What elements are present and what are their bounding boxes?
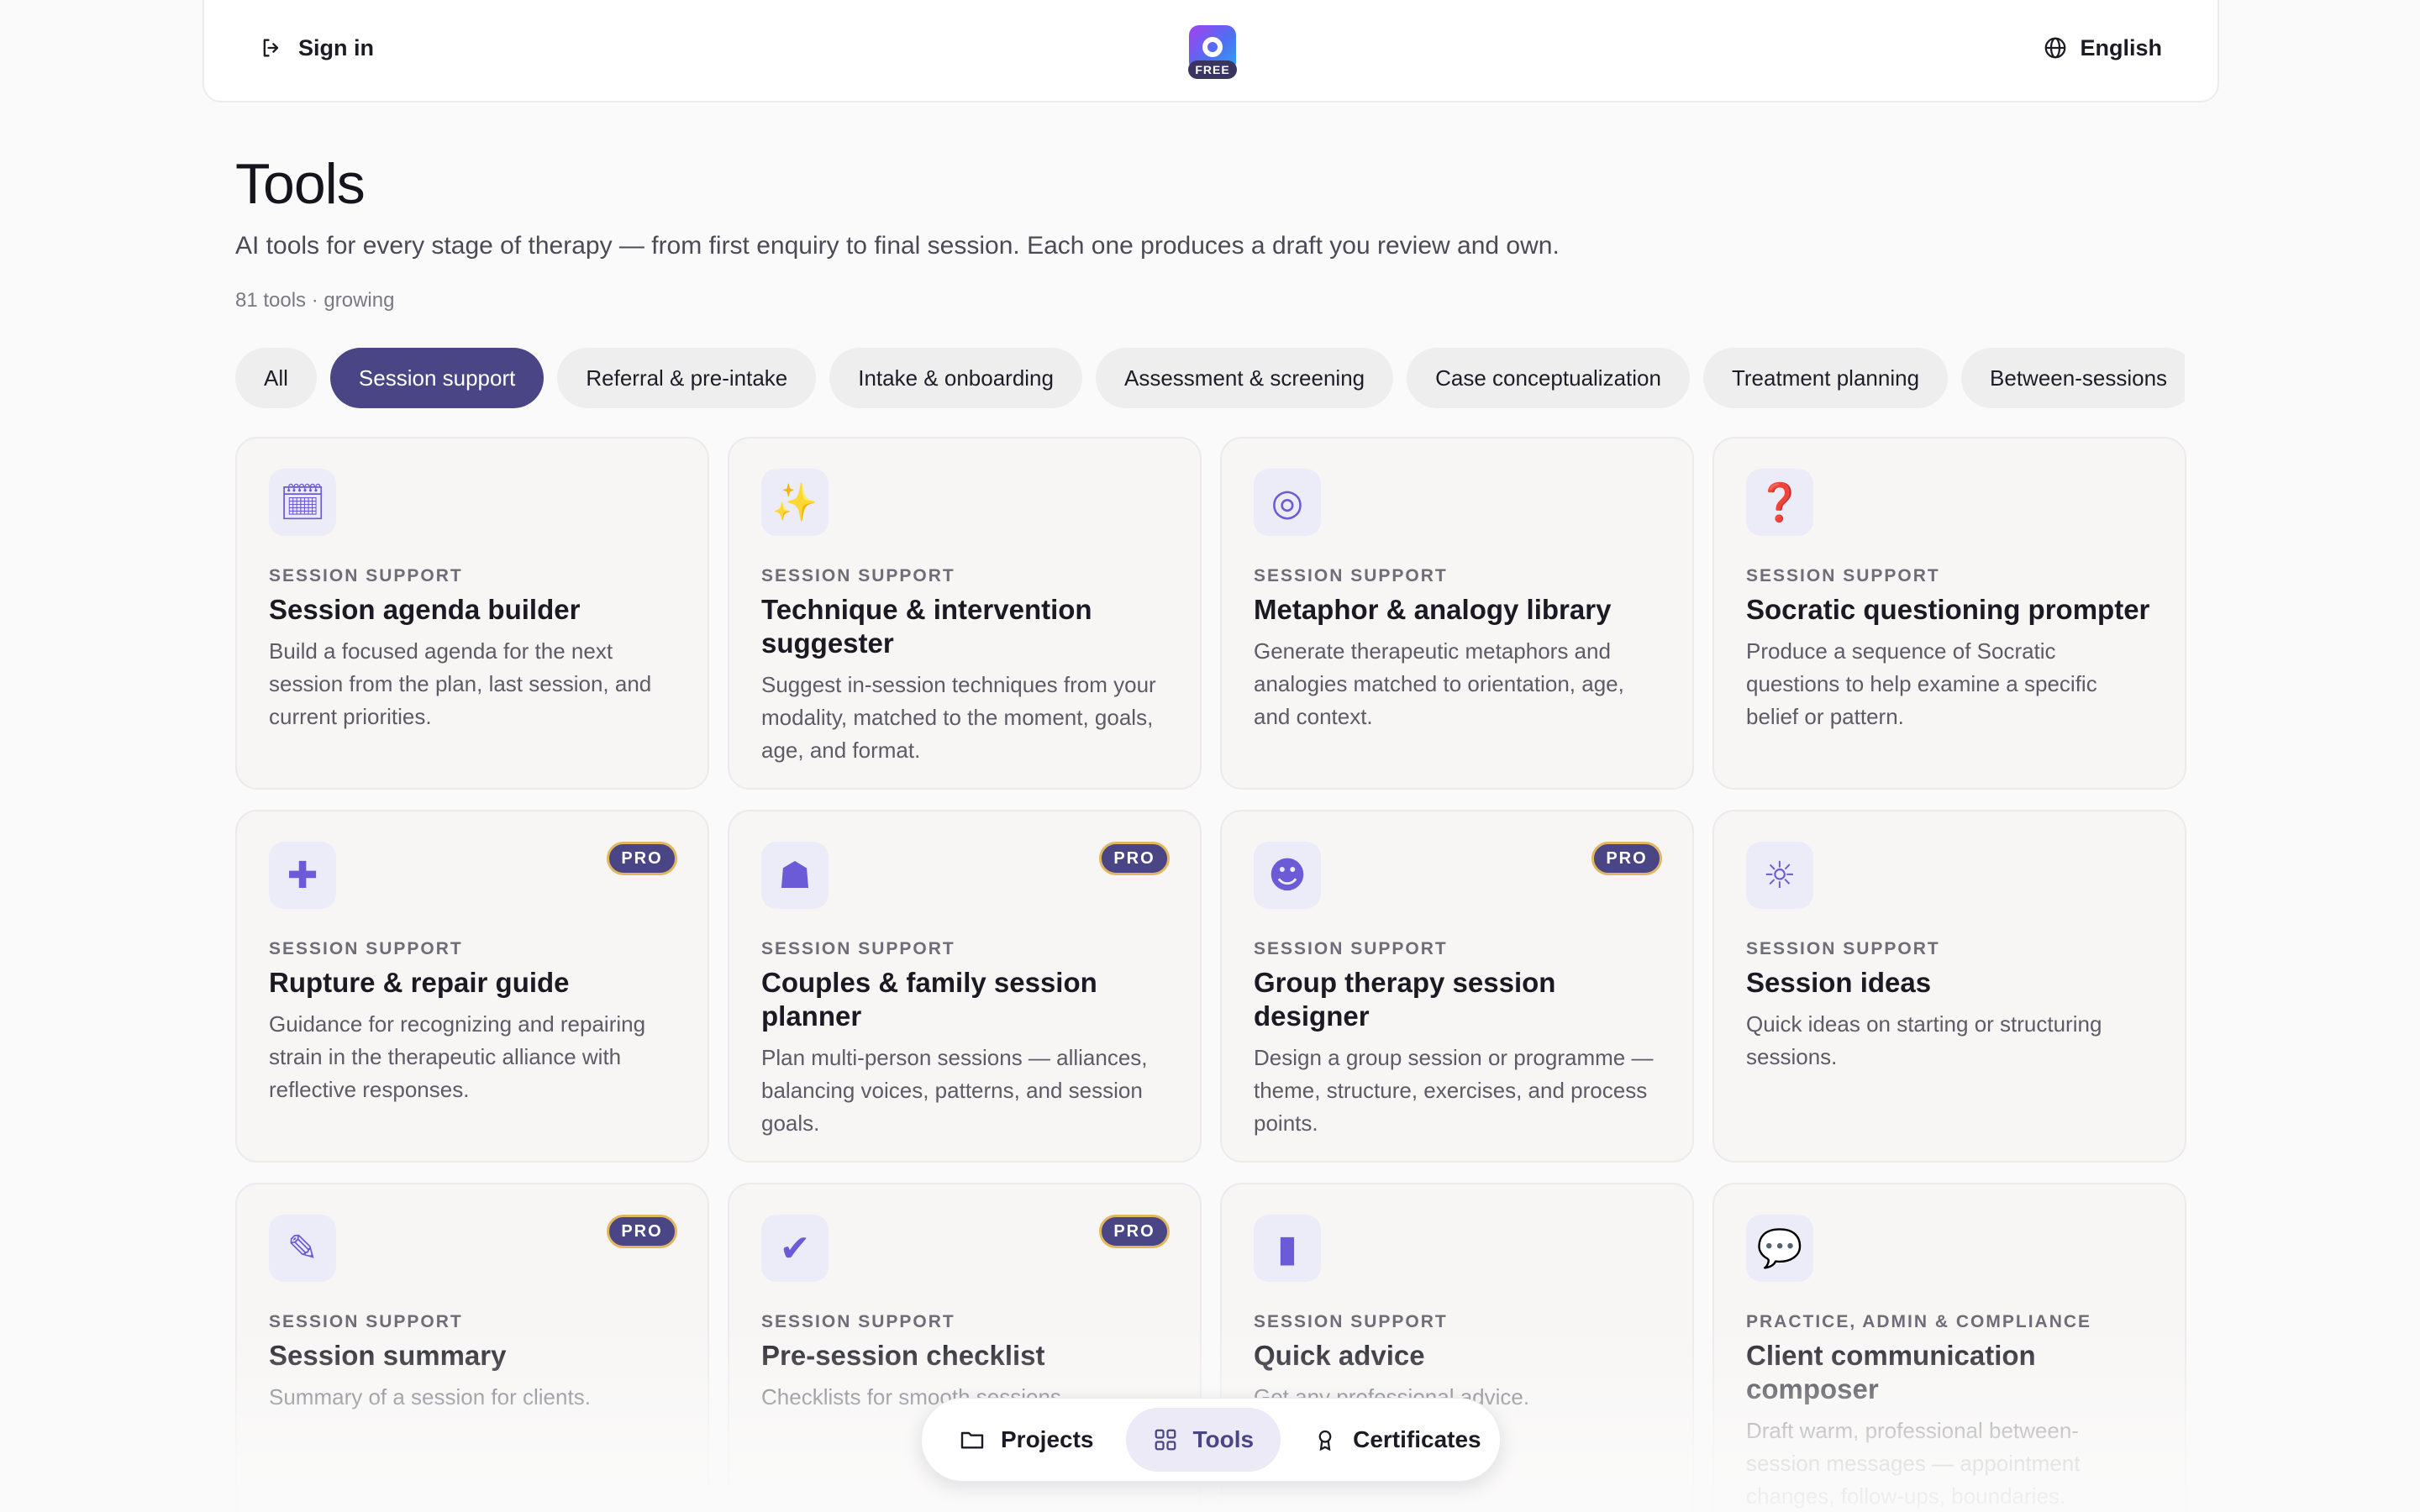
logo-mark-icon: [1202, 37, 1223, 57]
tool-name: Client communication composer: [1746, 1340, 2036, 1404]
book-icon: ▮: [1254, 1215, 1321, 1282]
pro-badge: PRO: [607, 842, 677, 875]
mirror-icon: ◎: [1254, 469, 1321, 536]
globe-icon: [2043, 35, 2068, 60]
magic-wand-icon: ✨: [761, 469, 829, 536]
tool-card[interactable]: ✚ PRO Session support Rupture & repair guid…: [235, 810, 709, 1163]
page-title: Tools: [235, 152, 366, 216]
pro-badge: PRO: [607, 1215, 677, 1248]
tool-description: Produce a sequence of Socratic questions…: [1746, 638, 2097, 729]
tool-count: 81 tools · growing: [235, 289, 395, 312]
page-subtitle: AI tools for every stage of therapy — fr…: [235, 232, 1560, 260]
filter-pill[interactable]: Referral & pre-intake: [557, 348, 817, 408]
tool-category: Session support: [761, 939, 955, 958]
filter-pill[interactable]: Session support: [329, 348, 544, 408]
tool-description: Draft warm, professional between-session…: [1746, 1418, 2081, 1509]
tool-description: Build a focused agenda for the next sess…: [269, 638, 652, 729]
tool-name: Technique & intervention suggester: [761, 594, 1092, 659]
tool-category: Session support: [269, 1312, 463, 1331]
tool-category: Session support: [1746, 939, 1940, 958]
tool-name: Socratic questioning prompter: [1746, 594, 2150, 625]
pro-badge: PRO: [1099, 842, 1170, 875]
tool-name: Couples & family session planner: [761, 967, 1097, 1032]
nav-projects-label: Projects: [1001, 1426, 1094, 1452]
tool-description: Guidance for recognizing and repairing s…: [269, 1011, 646, 1102]
filter-pill[interactable]: Intake & onboarding: [829, 348, 1082, 408]
tool-name: Pre-session checklist: [761, 1340, 1045, 1371]
tool-name: Session agenda builder: [269, 594, 581, 625]
plan-badge: FREE: [1188, 60, 1237, 79]
lightbulb-icon: ☼: [1746, 842, 1813, 909]
tool-name: Quick advice: [1254, 1340, 1425, 1371]
folder-icon: [959, 1426, 986, 1453]
nav-certificates[interactable]: Certificates: [1286, 1408, 1508, 1472]
tool-card[interactable]: ❓ Session support Socratic questioning pro…: [1712, 437, 2186, 790]
pro-badge: PRO: [1099, 1215, 1170, 1248]
award-icon: [1313, 1427, 1338, 1452]
tool-card[interactable]: ✎ PRO Session support Session summary Summar…: [235, 1183, 709, 1512]
checkmark-icon: ✔: [761, 1215, 829, 1282]
filter-pill[interactable]: Treatment planning: [1702, 348, 1949, 408]
filter-pill[interactable]: All: [235, 348, 317, 408]
filter-pill[interactable]: Between-sessions: [1961, 348, 2185, 408]
memo-icon: ✎: [269, 1215, 336, 1282]
tool-name: Metaphor & analogy library: [1254, 594, 1612, 625]
tool-description: Plan multi-person sessions — alliances, …: [761, 1045, 1148, 1136]
sign-in-label: Sign in: [298, 34, 374, 60]
tool-description: Generate therapeutic metaphors and analo…: [1254, 638, 1624, 729]
tool-name: Group therapy session designer: [1254, 967, 1556, 1032]
nav-certificates-label: Certificates: [1353, 1426, 1481, 1452]
tool-name: Session ideas: [1746, 967, 1932, 998]
tool-category: Practice, admin & compliance: [1746, 1312, 2092, 1331]
language-selector[interactable]: English: [2043, 29, 2162, 67]
pro-badge: PRO: [1591, 842, 1662, 875]
bottom-navigation: Projects Tools Certificates: [921, 1398, 1501, 1482]
family-icon: ☗: [761, 842, 829, 909]
tool-category: Session support: [761, 566, 955, 585]
category-filter-bar: All Session support Referral & pre-intake I…: [235, 348, 2185, 408]
filter-pill[interactable]: Case conceptualization: [1407, 348, 1690, 408]
bandage-icon: ✚: [269, 842, 336, 909]
tool-category: Session support: [1254, 1312, 1448, 1331]
tool-card[interactable]: ◎ Session support Metaphor & analogy libra…: [1220, 437, 1694, 790]
tool-description: Suggest in-session techniques from your …: [761, 672, 1156, 763]
tool-description: Design a group session or programme — th…: [1254, 1045, 1654, 1136]
tool-category: Session support: [761, 1312, 955, 1331]
tool-card[interactable]: 💬 Practice, admin & compliance Client comm…: [1712, 1183, 2186, 1512]
group-icon: ☻: [1254, 842, 1321, 909]
tool-card[interactable]: ☗ PRO Session support Couples & family sess…: [728, 810, 1202, 1163]
question-mark-icon: ❓: [1746, 469, 1813, 536]
tool-category: Session support: [269, 939, 463, 958]
nav-projects[interactable]: Projects: [932, 1408, 1121, 1472]
nav-tools-label: Tools: [1192, 1426, 1255, 1452]
nav-tools[interactable]: Tools: [1125, 1408, 1281, 1472]
filter-pill[interactable]: Assessment & screening: [1095, 348, 1394, 408]
speech-bubble-icon: 💬: [1746, 1215, 1813, 1282]
tool-category: Session support: [269, 566, 463, 585]
app-logo[interactable]: FREE: [1188, 25, 1237, 79]
tool-description: Summary of a session for clients.: [269, 1384, 591, 1410]
sign-in-button[interactable]: Sign in: [260, 29, 374, 67]
tool-name: Rupture & repair guide: [269, 967, 570, 998]
tool-card[interactable]: ☼ Session support Session ideas Quick ideas…: [1712, 810, 2186, 1163]
tool-card[interactable]: 🗓 Session support Session agenda builder Bu…: [235, 437, 709, 790]
tool-description: Quick ideas on starting or structuring s…: [1746, 1011, 2102, 1069]
grid-icon: [1153, 1427, 1178, 1452]
tool-card[interactable]: ☻ PRO Session support Group therapy session…: [1220, 810, 1694, 1163]
calendar-icon: 🗓: [269, 469, 336, 536]
tools-grid: 🗓 Session support Session agenda builder Bu…: [235, 437, 2186, 1512]
language-label: English: [2080, 34, 2162, 60]
tool-category: Session support: [1746, 566, 1940, 585]
top-bar: Sign in FREE English: [203, 0, 2219, 102]
tool-card[interactable]: ✨ Session support Technique & intervention…: [728, 437, 1202, 790]
tool-category: Session support: [1254, 566, 1448, 585]
tool-category: Session support: [1254, 939, 1448, 958]
sign-in-icon: [260, 36, 283, 60]
tool-name: Session summary: [269, 1340, 507, 1371]
